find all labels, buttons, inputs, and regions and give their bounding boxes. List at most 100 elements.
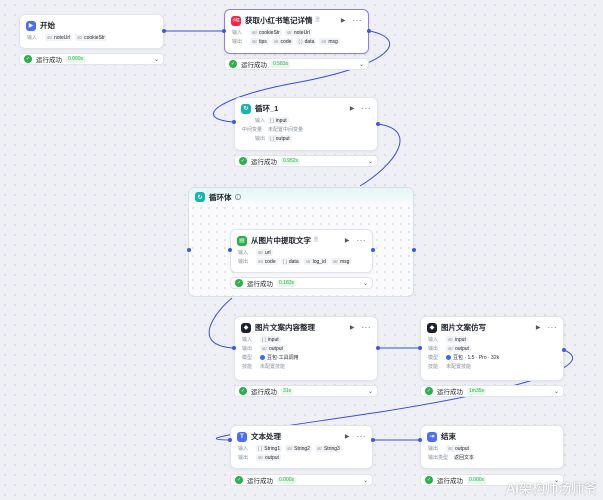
run-icon[interactable]: ▶ [345,237,350,244]
output-port[interactable] [376,122,380,126]
var-chip: [ ] output [268,135,292,142]
image-text-icon: ▤ [237,235,247,246]
input-port[interactable] [232,120,236,124]
chevron-down-icon[interactable]: ⌄ [368,388,373,395]
var-chip: [ ] input [260,336,281,343]
input-port[interactable] [228,248,232,252]
doc-icon: 🗎 [315,16,320,23]
time-badge: 0.000s [66,55,86,63]
run-status[interactable]: ✓ 运行成功 0.000s ⌄ [19,53,164,65]
var-chip: str output [446,445,471,452]
run-icon[interactable]: ▶ [536,324,541,331]
node-end[interactable]: ⇥ 结束 输出 str output 输出类型 返回文本 [420,425,564,469]
var-chip: str output [260,345,285,352]
var-chip: str String2 [285,445,312,452]
run-status[interactable]: ✓ 运行成功 31s ⌄ [234,385,378,397]
var-chip: int code [271,38,294,45]
run-icon[interactable]: ▶ [345,433,350,440]
chevron-down-icon[interactable]: ⌄ [359,61,364,68]
more-icon[interactable]: ··· [357,432,367,440]
input-port[interactable] [187,248,191,252]
chevron-down-icon[interactable]: ⌄ [554,388,559,395]
node-organize[interactable]: ◆ 图片文案内容整理 ▶ ··· 输入 [ ] input 输出 str outpu… [234,316,378,381]
input-port[interactable] [418,346,422,350]
output-port[interactable] [162,29,166,33]
run-icon[interactable]: ▶ [341,17,346,24]
output-port[interactable] [371,438,375,442]
var-chip: { } data [296,38,317,45]
text-icon: T [237,431,247,442]
loop-icon: ↻ [241,103,251,114]
node-outputs: 输出 str tips int code { } data str msg [232,38,340,45]
var-chip: str cookieStr [250,29,282,36]
run-status[interactable]: ✓ 运行成功 1m35s ⌄ [420,385,564,397]
output-port[interactable] [412,248,416,252]
status-text: 运行成功 [36,57,62,64]
check-icon: ✓ [425,476,433,484]
run-icon[interactable]: ▶ [350,105,355,112]
doc-icon: 🗎 [314,236,319,243]
run-icon[interactable]: ▶ [350,324,355,331]
output-port[interactable] [367,29,371,33]
input-port[interactable] [232,346,236,350]
input-port[interactable] [222,29,226,33]
node-title: 开始 [40,21,55,30]
node-text-process[interactable]: T 文本处理 ▶ ··· 输入 { } String1 str String2 st… [230,425,373,469]
var-chip: str input [446,336,468,343]
more-icon[interactable]: ··· [353,16,363,24]
more-icon[interactable]: ··· [362,104,372,112]
check-icon: ✓ [235,476,243,484]
node-inputs: 输入 str cookieStr str noteUrl [232,29,312,36]
var-chip: str output [446,345,471,352]
node-imitate[interactable]: ◆ 图片文案仿写 ▶ ··· 输入 str input 输出 str output … [420,316,564,381]
check-icon: ✓ [24,55,32,63]
node-inputs: 输入 str noteUrl str cookieStr [20,33,163,42]
var-chip: [ ] input [268,117,289,124]
check-icon: ✓ [229,60,237,68]
output-port[interactable] [562,348,566,352]
more-icon[interactable]: ··· [362,323,372,331]
chevron-down-icon[interactable]: ⌄ [363,280,368,287]
node-ocr[interactable]: ▤ 从图片中提取文字 🗎 ▶ ··· 输入 str url 输出 int code … [230,229,373,273]
output-port[interactable] [371,248,375,252]
chevron-down-icon[interactable]: ⌄ [368,158,373,165]
chevron-down-icon[interactable]: ⌄ [154,56,159,63]
loop-icon: ↻ [195,192,205,202]
var-chip: str cookieStr [75,34,107,41]
loop-body-header: ↻ 循环体 i [189,188,413,206]
node-start[interactable]: ▶ 开始 输入 str noteUrl str cookieStr [19,14,164,49]
var-chip: str log_id [303,258,328,265]
node-loop[interactable]: ↻ 循环_1 ▶ ··· 输入 [ ] input 中间变量 未配置中间变量 输出… [234,97,378,151]
var-chip: str noteUrl [284,29,312,36]
run-status[interactable]: ✓ 运行成功 0.000s ⌄ [230,474,373,486]
llm-icon: ◆ [241,322,251,333]
chevron-down-icon[interactable]: ⌄ [363,477,368,484]
run-status[interactable]: ✓ 运行成功 0.583s ⌄ [224,58,369,70]
run-status[interactable]: ✓ 运行成功 0.183s ⌄ [230,277,373,289]
wire-loop-organize [208,297,234,349]
check-icon: ✓ [425,387,433,395]
run-status[interactable]: ✓ 运行成功 0.952s ⌄ [234,155,378,167]
more-icon[interactable]: ··· [548,323,558,331]
input-port[interactable] [228,438,232,442]
var-chip: { } String1 [256,445,283,452]
var-chip: str String3 [314,445,342,452]
info-icon[interactable]: i [234,194,241,200]
end-icon: ⇥ [427,431,437,442]
input-port[interactable] [418,438,422,442]
node-xhs-note[interactable]: 小红 获取小红书笔记详情 🗎 ▶ ··· 输入 str cookieStr str… [224,9,369,54]
workflow-canvas[interactable]: ▶ 开始 输入 str noteUrl str cookieStr ✓ 运行成功 0… [0,0,603,500]
var-chip: int code [256,258,278,265]
var-chip: str msg [319,38,340,45]
llm-icon: ◆ [427,322,437,333]
input-label: 输入 [27,35,38,41]
var-chip: str tips [250,38,269,45]
var-chip: str url [256,249,273,256]
var-chip: str noteUrl [45,34,73,41]
model-icon [446,355,451,360]
output-port[interactable] [376,346,380,350]
var-chip: str output [256,454,281,461]
var-chip: str msg [330,258,352,265]
more-icon[interactable]: ··· [357,236,367,244]
start-icon: ▶ [26,20,36,31]
